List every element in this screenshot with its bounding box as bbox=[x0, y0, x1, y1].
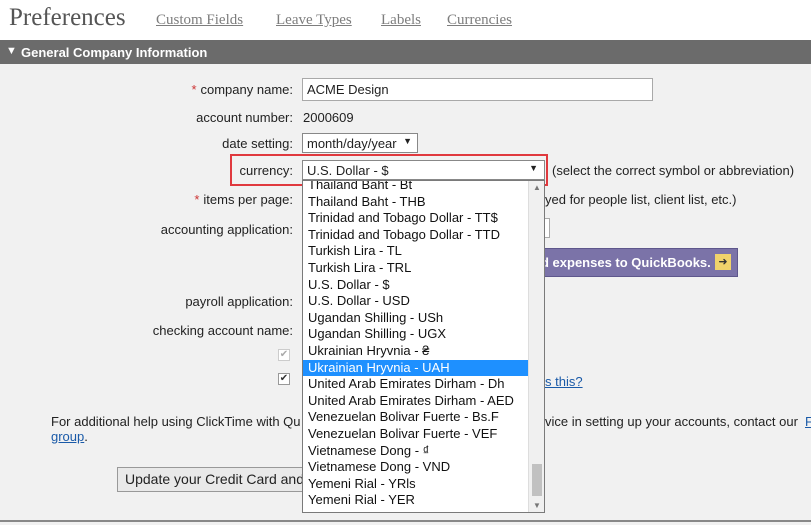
triangle-down-icon[interactable]: ▼ bbox=[6, 45, 17, 57]
currency-option[interactable]: Turkish Lira - TRL bbox=[303, 260, 528, 277]
currency-option[interactable]: Vietnamese Dong - ₫ bbox=[303, 443, 528, 460]
date-setting-value: month/day/year bbox=[307, 136, 397, 151]
items-per-page-label: * items per page: bbox=[194, 192, 293, 207]
company-name-input[interactable]: ACME Design bbox=[302, 78, 653, 101]
currency-option[interactable]: Thailand Baht - Bt bbox=[303, 181, 528, 194]
currency-option[interactable]: U.S. Dollar - $ bbox=[303, 277, 528, 294]
items-per-page-hint: yed for people list, client list, etc.) bbox=[545, 192, 737, 207]
currency-option[interactable]: Ugandan Shilling - USh bbox=[303, 310, 528, 327]
arrow-right-icon: ➜ bbox=[715, 254, 731, 270]
scrollbar-thumb[interactable] bbox=[532, 464, 542, 496]
labels-link[interactable]: Labels bbox=[381, 12, 421, 29]
currency-option[interactable]: Yemeni Rial - YER bbox=[303, 492, 528, 509]
section-header[interactable]: ▼ General Company Information bbox=[0, 40, 811, 64]
currency-option[interactable]: Trinidad and Tobago Dollar - TTD bbox=[303, 227, 528, 244]
dropdown-scrollbar[interactable]: ▲ ▼ bbox=[528, 181, 544, 512]
currency-option[interactable]: Ukrainian Hryvnia - UAH bbox=[303, 359, 528, 377]
page-title: Preferences bbox=[9, 4, 126, 31]
scroll-down-icon[interactable]: ▼ bbox=[533, 501, 541, 510]
checking-account-name-label: checking account name: bbox=[152, 323, 293, 338]
payroll-application-label: payroll application: bbox=[185, 294, 293, 309]
help-text-right: vice in setting up your accounts, contac… bbox=[545, 414, 798, 429]
export-to-quickbooks-button[interactable]: d expenses to QuickBooks. ➜ bbox=[530, 248, 738, 277]
currency-option[interactable]: Vietnamese Dong - VND bbox=[303, 459, 528, 476]
currency-option[interactable]: United Arab Emirates Dirham - Dh bbox=[303, 376, 528, 393]
date-setting-label: date setting: bbox=[222, 136, 293, 151]
top-bar: Preferences Custom Fields Leave Types La… bbox=[0, 0, 811, 40]
date-setting-select[interactable]: month/day/year ▼ bbox=[302, 133, 418, 153]
update-credit-card-button[interactable]: Update your Credit Card and F bbox=[117, 467, 317, 492]
currency-option[interactable]: Turkish Lira - TL bbox=[303, 243, 528, 260]
currencies-link[interactable]: Currencies bbox=[447, 12, 512, 29]
help-text-second-line: group. bbox=[51, 429, 88, 444]
quickbooks-button-label: d expenses to QuickBooks. bbox=[541, 255, 711, 270]
required-mark: * bbox=[194, 192, 200, 207]
disabled-checkbox[interactable]: ✔ bbox=[278, 349, 290, 361]
checkbox[interactable]: ✔ bbox=[278, 373, 290, 385]
help-text-left: For additional help using ClickTime with… bbox=[51, 414, 301, 429]
caret-down-icon: ▼ bbox=[403, 136, 412, 146]
company-name-label: * company name: bbox=[191, 82, 293, 97]
currency-option[interactable]: United Arab Emirates Dirham - AED bbox=[303, 393, 528, 410]
forum-link-fragment[interactable]: F bbox=[805, 414, 811, 429]
account-number-label: account number: bbox=[196, 110, 293, 125]
currency-option[interactable]: Yemeni Rial - YRls bbox=[303, 476, 528, 493]
currency-option[interactable]: Ukrainian Hryvnia - ₴ bbox=[303, 343, 528, 360]
currency-option[interactable]: Ugandan Shilling - UGX bbox=[303, 326, 528, 343]
account-number-value: 2000609 bbox=[303, 110, 354, 125]
currency-option[interactable]: Thailand Baht - THB bbox=[303, 194, 528, 211]
currency-option[interactable]: Trinidad and Tobago Dollar - TT$ bbox=[303, 210, 528, 227]
group-link[interactable]: group bbox=[51, 429, 84, 444]
section-title: General Company Information bbox=[21, 45, 208, 60]
currency-option[interactable]: U.S. Dollar - USD bbox=[303, 293, 528, 310]
accounting-application-label: accounting application: bbox=[160, 222, 293, 237]
currency-option[interactable]: Venezuelan Bolivar Fuerte - VEF bbox=[303, 426, 528, 443]
scroll-up-icon[interactable]: ▲ bbox=[533, 183, 541, 192]
required-mark: * bbox=[191, 82, 197, 97]
currency-dropdown-list[interactable]: Thailand Baht - Bt Thailand Baht - THB Tri… bbox=[302, 180, 545, 513]
what-is-this-link[interactable]: s this? bbox=[545, 374, 583, 389]
custom-fields-link[interactable]: Custom Fields bbox=[156, 12, 243, 29]
currency-options: Thailand Baht - Bt Thailand Baht - THB Tri… bbox=[303, 181, 528, 509]
currency-hint: (select the correct symbol or abbreviati… bbox=[552, 163, 795, 178]
currency-option[interactable]: Venezuelan Bolivar Fuerte - Bs.F bbox=[303, 409, 528, 426]
divider bbox=[0, 520, 811, 522]
leave-types-link[interactable]: Leave Types bbox=[276, 12, 352, 29]
